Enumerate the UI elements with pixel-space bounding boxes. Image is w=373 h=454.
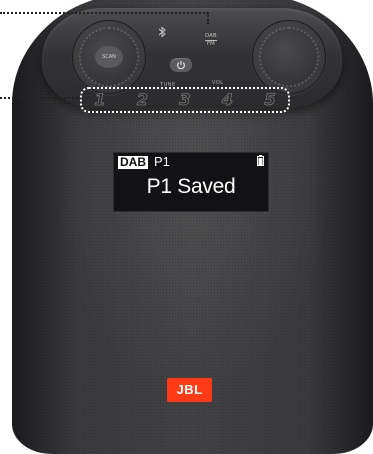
- power-icon: [177, 61, 185, 70]
- speaker-illustration: SCAN TUNE VOL DAB FM 1 2 3 4 5 DAB P1 P1…: [0, 0, 373, 454]
- volume-knob-ticks: [259, 27, 319, 87]
- station-preset-name: P1: [154, 154, 170, 169]
- volume-label: VOL: [212, 80, 224, 86]
- volume-knob[interactable]: [252, 20, 326, 94]
- tune-knob[interactable]: SCAN: [72, 20, 146, 94]
- power-button[interactable]: [170, 58, 192, 72]
- callout-line-band-drop: [207, 12, 209, 24]
- band-fm-label: FM: [206, 41, 215, 47]
- battery-icon: [257, 155, 264, 166]
- jbl-logo: JBL: [167, 378, 212, 402]
- scan-button[interactable]: SCAN: [95, 46, 123, 68]
- presets-highlight: [80, 87, 290, 113]
- display-screen: DAB P1 P1 Saved: [113, 152, 269, 212]
- bluetooth-icon[interactable]: [157, 26, 167, 38]
- band-dab-label: DAB: [205, 33, 217, 41]
- callout-line-band: [0, 12, 208, 14]
- callout-line-presets: [0, 97, 82, 99]
- band-switch[interactable]: DAB FM: [205, 33, 217, 48]
- dab-badge: DAB: [118, 155, 148, 169]
- status-message: P1 Saved: [146, 175, 236, 198]
